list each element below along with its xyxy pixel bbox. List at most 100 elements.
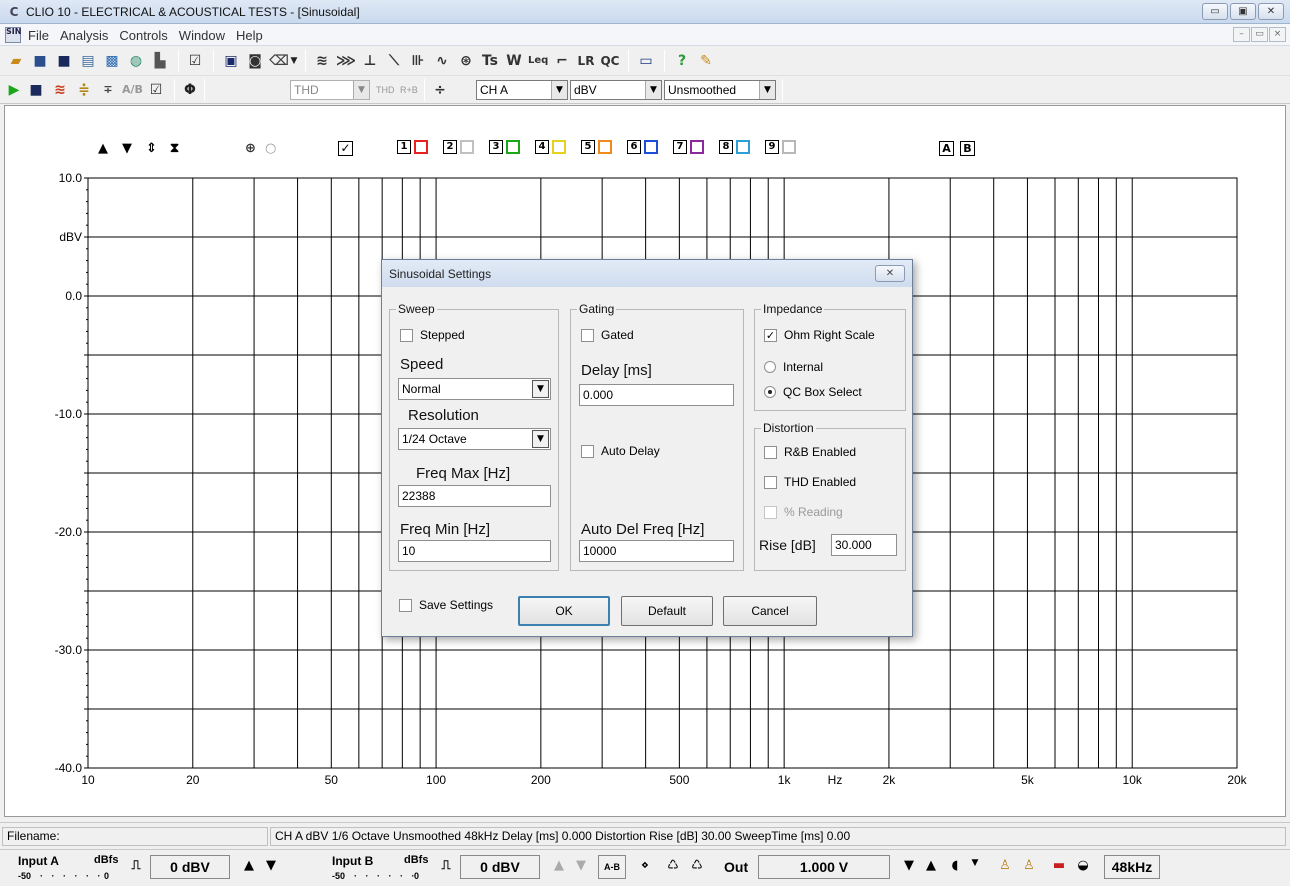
curve-number[interactable]: 1 [397, 140, 411, 154]
channel-combo[interactable]: CH A ▼ [476, 80, 568, 100]
context-help-icon[interactable]: ✎ [696, 51, 716, 71]
curve-1-button[interactable]: 1 [397, 140, 428, 154]
input-b-up-icon[interactable]: ▲ [550, 858, 568, 873]
a-minus-b-button[interactable]: A-B [598, 855, 626, 879]
speaker-icon[interactable]: ◖ [946, 858, 964, 873]
curve-number[interactable]: 2 [443, 140, 457, 154]
impedance-icon[interactable]: ≑ [74, 80, 94, 100]
menu-analysis[interactable]: Analysis [60, 28, 108, 43]
step-response-icon[interactable]: ⌐ [552, 51, 572, 71]
curve-number[interactable]: 4 [535, 140, 549, 154]
qc-icon[interactable]: QC [600, 51, 620, 71]
rb-enabled-checkbox-box[interactable] [764, 445, 777, 459]
sample-rate[interactable]: 48kHz [1104, 855, 1160, 879]
curve-color-swatch[interactable] [460, 140, 474, 154]
rise-input[interactable]: 30.000 [831, 534, 897, 556]
curve-number[interactable]: 9 [765, 140, 779, 154]
camera-icon[interactable]: ◙ [245, 51, 265, 71]
impulse-icon[interactable]: ⊥ [360, 51, 380, 71]
curve-number[interactable]: 8 [719, 140, 733, 154]
thd-combo[interactable]: THD ▼ [290, 80, 370, 100]
curve-9-button[interactable]: 9 [765, 140, 796, 154]
qc-box-select-radio-dot[interactable] [764, 386, 776, 398]
input-a-range[interactable]: 0 dBV [150, 855, 230, 879]
zoom-out-icon[interactable]: ○ [265, 140, 276, 158]
percent-reading-checkbox[interactable]: % Reading [764, 505, 843, 519]
help-icon[interactable]: ? [672, 51, 692, 71]
compress-icon[interactable]: ⧗ [170, 140, 179, 158]
sinusoidal-doc-icon[interactable]: SIN [5, 27, 21, 43]
resolution-combo[interactable]: 1/24 Octave ▼ [398, 428, 551, 450]
save-icon[interactable]: ■ [30, 51, 50, 71]
delay-input[interactable]: 0.000 [579, 384, 734, 406]
thd-enabled-checkbox-box[interactable] [764, 475, 777, 489]
curve-enable-checkbox[interactable]: ✓ [338, 141, 353, 156]
ohm-right-scale-checkbox-box[interactable]: ✓ [764, 328, 777, 342]
curve-5-button[interactable]: 5 [581, 140, 612, 154]
multi-curve-icon[interactable]: ≋ [50, 80, 70, 100]
curve-3-button[interactable]: 3 [489, 140, 520, 154]
mdi-minimize-button[interactable]: – [1233, 27, 1250, 42]
unit-combo[interactable]: dBV ▼ [570, 80, 662, 100]
save-settings-checkbox-box[interactable] [399, 598, 412, 612]
input-a-up-icon[interactable]: ▲ [240, 858, 258, 873]
auto-del-freq-input[interactable]: 10000 [579, 540, 734, 562]
menu-controls[interactable]: Controls [119, 28, 167, 43]
minimize-button[interactable]: ▭ [1202, 3, 1228, 20]
reference-b-button[interactable]: B [960, 141, 975, 156]
percent-reading-checkbox-box[interactable] [764, 505, 777, 519]
ohm-right-scale-checkbox[interactable]: ✓ Ohm Right Scale [764, 328, 875, 342]
menu-help[interactable]: Help [236, 28, 263, 43]
curve-6-button[interactable]: 6 [627, 140, 658, 154]
auto-delay-checkbox-box[interactable] [581, 444, 594, 458]
sum-icon[interactable]: ∓ [98, 80, 118, 100]
smoothing-combo[interactable]: Unsmoothed ▼ [664, 80, 776, 100]
phantom-a-icon[interactable]: ♺ [664, 858, 682, 873]
output-down-icon[interactable]: ▼ [900, 858, 918, 873]
save-as-icon[interactable]: ■ [54, 51, 74, 71]
print-icon[interactable]: ▙ [150, 51, 170, 71]
link-channels-icon[interactable]: ⋄ [636, 858, 654, 873]
input-a-pulse-icon[interactable]: ⎍ [127, 858, 145, 873]
expand-icon[interactable]: ⇕ [146, 140, 157, 158]
freq-min-input[interactable]: 10 [398, 540, 551, 562]
decay-icon[interactable]: ⟍ [384, 51, 404, 71]
thd-enabled-checkbox[interactable]: THD Enabled [764, 475, 856, 489]
curve-color-swatch[interactable] [644, 140, 658, 154]
scale-up-icon[interactable]: ▲ [98, 140, 108, 158]
ok-button[interactable]: OK [518, 596, 610, 626]
phantom-b-icon[interactable]: ♺ [688, 858, 706, 873]
maximize-button[interactable]: ▣ [1230, 3, 1256, 20]
globe-icon[interactable]: ◍ [126, 51, 146, 71]
curve-4-button[interactable]: 4 [535, 140, 566, 154]
checklist-icon[interactable]: ☑ [185, 51, 205, 71]
play-icon[interactable]: ▶ [4, 80, 24, 100]
film-icon[interactable]: ▣ [221, 51, 241, 71]
dialog-close-button[interactable]: ✕ [875, 265, 905, 282]
qc-box-select-radio[interactable]: QC Box Select [764, 385, 862, 399]
curve-2-button[interactable]: 2 [443, 140, 474, 154]
output-up-icon[interactable]: ▲ [922, 858, 940, 873]
ts-parameters-icon[interactable]: Ts [480, 51, 500, 71]
internal-radio-dot[interactable] [764, 361, 776, 373]
open-folder-icon[interactable]: ▰ [6, 51, 26, 71]
stepped-checkbox-box[interactable] [400, 328, 413, 342]
chevron-down-icon[interactable]: ▼ [966, 858, 984, 868]
gated-checkbox-box[interactable] [581, 328, 594, 342]
monitor-icon[interactable]: ▭ [636, 51, 656, 71]
curve-color-swatch[interactable] [506, 140, 520, 154]
generator-b-icon[interactable]: ♙ [1020, 858, 1038, 873]
input-a-down-icon[interactable]: ▼ [262, 858, 280, 873]
leq-icon[interactable]: Leq [528, 51, 548, 71]
curve-number[interactable]: 7 [673, 140, 687, 154]
chevron-down-icon[interactable]: ▼ [288, 51, 300, 71]
curve-8-button[interactable]: 8 [719, 140, 750, 154]
internal-radio[interactable]: Internal [764, 360, 823, 374]
rb-enabled-checkbox[interactable]: R&B Enabled [764, 445, 856, 459]
scale-down-icon[interactable]: ▼ [122, 140, 132, 158]
save-settings-checkbox[interactable]: Save Settings [399, 598, 493, 612]
zoom-in-icon[interactable]: ⊕ [245, 140, 256, 158]
curve-color-swatch[interactable] [690, 140, 704, 154]
curve-number[interactable]: 3 [489, 140, 503, 154]
output-level[interactable]: 1.000 V [758, 855, 890, 879]
